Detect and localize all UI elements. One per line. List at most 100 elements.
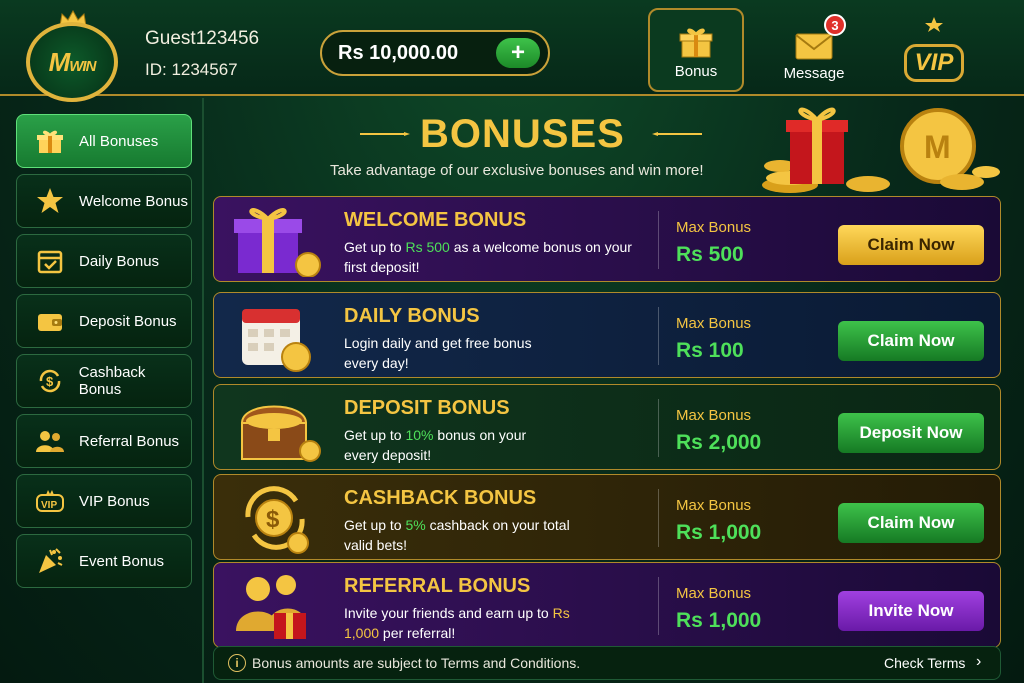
logo-wordmark: MWIN: [48, 46, 97, 77]
users-icon: [35, 426, 65, 456]
bonus-title: WELCOME BONUS: [344, 209, 527, 231]
sidebar-item-label: Deposit Bonus: [79, 312, 177, 330]
bonus-title: DEPOSIT BONUS: [344, 397, 510, 419]
nav-message-label: Message: [783, 65, 845, 82]
sidebar-item-cashback-bonus[interactable]: $ Cashback Bonus: [16, 354, 192, 408]
check-terms-link[interactable]: Check Terms: [884, 655, 965, 671]
bonus-card-cashback: $ CASHBACK BONUS Get up to 5% cashback o…: [213, 474, 1001, 560]
bonus-description: Get up to 5% cashback on your total vali…: [344, 517, 570, 553]
bonus-title: CASHBACK BONUS: [344, 487, 537, 509]
treasure-chest-icon: [240, 405, 321, 462]
max-bonus-label: Max Bonus: [676, 219, 752, 236]
treasure-illustration: M: [762, 107, 1000, 193]
vip-icon: VIP: [35, 486, 65, 516]
max-bonus-label: Max Bonus: [676, 315, 752, 332]
divider: [658, 399, 659, 457]
cashback-coin-icon: $: [245, 486, 309, 554]
max-bonus-label: Max Bonus: [676, 497, 752, 514]
calendar-check-icon: [35, 246, 65, 276]
claim-now-button[interactable]: Claim Now: [838, 321, 984, 361]
bonus-description: Login daily and get free bonus every day…: [344, 335, 532, 371]
nav-vip-label: VIP: [903, 44, 965, 82]
balance-pill: Rs 10,000.00 +: [320, 30, 550, 76]
page-subtitle: Take advantage of our exclusive bonuses …: [330, 162, 704, 179]
sidebar-item-welcome-bonus[interactable]: Welcome Bonus: [16, 174, 192, 228]
nav-bonus-label: Bonus: [674, 63, 718, 80]
max-bonus-value: Rs 1,000: [676, 609, 762, 632]
sidebar-item-label: VIP Bonus: [79, 492, 150, 510]
sidebar-item-event-bonus[interactable]: Event Bonus: [16, 534, 192, 588]
sidebar-item-daily-bonus[interactable]: Daily Bonus: [16, 234, 192, 288]
nav-vip-button[interactable]: VIP: [886, 8, 982, 92]
bonus-card-referral: REFERRAL BONUS Invite your friends and e…: [213, 562, 1001, 648]
bonus-title: DAILY BONUS: [344, 305, 480, 327]
nav-message-button[interactable]: 3 Message: [766, 8, 862, 92]
svg-text:$: $: [46, 374, 54, 389]
top-header: MWIN Guest123456 ID: 1234567 Rs 10,000.0…: [0, 0, 1024, 102]
sidebar-item-referral-bonus[interactable]: Referral Bonus: [16, 414, 192, 468]
logo-badge: MWIN: [26, 22, 118, 102]
title-ornament-left: [360, 132, 410, 136]
info-icon: i: [228, 654, 246, 672]
bonus-category-sidebar: All Bonuses Welcome Bonus Daily Bonus De…: [0, 98, 204, 683]
calendar-icon: [242, 309, 311, 372]
party-popper-icon: [35, 546, 65, 576]
message-count-badge: 3: [824, 14, 846, 36]
svg-text:M: M: [924, 129, 951, 165]
gift-box-icon: [234, 208, 321, 277]
username: Guest123456: [145, 28, 260, 49]
bonus-title: REFERRAL BONUS: [344, 575, 531, 597]
terms-note: Bonus amounts are subject to Terms and C…: [252, 655, 581, 671]
divider: [658, 307, 659, 365]
bonus-card-daily: DAILY BONUS Login daily and get free bon…: [213, 292, 1001, 378]
plus-icon: +: [510, 39, 525, 66]
gift-icon: [679, 28, 713, 58]
max-bonus-value: Rs 2,000: [676, 431, 762, 454]
max-bonus-value: Rs 500: [676, 243, 744, 266]
sidebar-item-label: Daily Bonus: [79, 252, 160, 270]
add-funds-button[interactable]: +: [496, 38, 540, 68]
title-ornament-right: [652, 132, 702, 136]
nav-bonus-button[interactable]: Bonus: [648, 8, 744, 92]
user-id: ID: 1234567: [145, 60, 238, 79]
balance-amount: Rs 10,000.00: [338, 41, 459, 64]
brand-logo[interactable]: MWIN: [26, 10, 122, 102]
max-bonus-value: Rs 1,000: [676, 521, 762, 544]
max-bonus-value: Rs 100: [676, 339, 744, 362]
cashback-icon: $: [35, 366, 65, 396]
envelope-icon: [795, 33, 833, 60]
invite-now-button[interactable]: Invite Now: [838, 591, 984, 631]
star-icon: [35, 186, 65, 216]
vip-crown-icon: [925, 17, 943, 32]
divider: [658, 211, 659, 269]
sidebar-item-label: All Bonuses: [79, 132, 159, 150]
deposit-now-button[interactable]: Deposit Now: [838, 413, 984, 453]
wallet-icon: [35, 306, 65, 336]
bonus-description: Get up to Rs 500 as a welcome bonus on y…: [344, 239, 632, 275]
claim-now-button[interactable]: Claim Now: [838, 225, 984, 265]
gift-icon: [35, 126, 65, 156]
sidebar-item-label: Referral Bonus: [79, 432, 180, 450]
sidebar-item-deposit-bonus[interactable]: Deposit Bonus: [16, 294, 192, 348]
sidebar-item-vip-bonus[interactable]: VIP VIP Bonus: [16, 474, 192, 528]
sidebar-item-label: Event Bonus: [79, 552, 165, 570]
bonus-description: Invite your friends and earn up to Rs 1,…: [344, 605, 570, 641]
chevron-right-icon: ›: [976, 653, 982, 670]
svg-text:$: $: [266, 506, 280, 533]
bonus-card-deposit: DEPOSIT BONUS Get up to 10% bonus on you…: [213, 384, 1001, 470]
sidebar-item-label: Welcome Bonus: [79, 192, 188, 210]
divider: [658, 577, 659, 635]
page-title: BONUSES: [420, 112, 625, 156]
bonus-description: Get up to 10% bonus on your every deposi…: [344, 427, 527, 463]
sidebar-item-all-bonuses[interactable]: All Bonuses: [16, 114, 192, 168]
referral-users-icon: [236, 575, 306, 639]
terms-footer: i Bonus amounts are subject to Terms and…: [213, 646, 1001, 680]
divider: [658, 489, 659, 547]
claim-now-button[interactable]: Claim Now: [838, 503, 984, 543]
sidebar-item-label: Cashback Bonus: [78, 364, 146, 398]
max-bonus-label: Max Bonus: [676, 585, 752, 602]
max-bonus-label: Max Bonus: [676, 407, 752, 424]
svg-text:VIP: VIP: [41, 500, 57, 511]
app-root: MWIN Guest123456 ID: 1234567 Rs 10,000.0…: [0, 0, 1024, 683]
bonus-card-welcome: WELCOME BONUS Get up to Rs 500 as a welc…: [213, 196, 1001, 282]
